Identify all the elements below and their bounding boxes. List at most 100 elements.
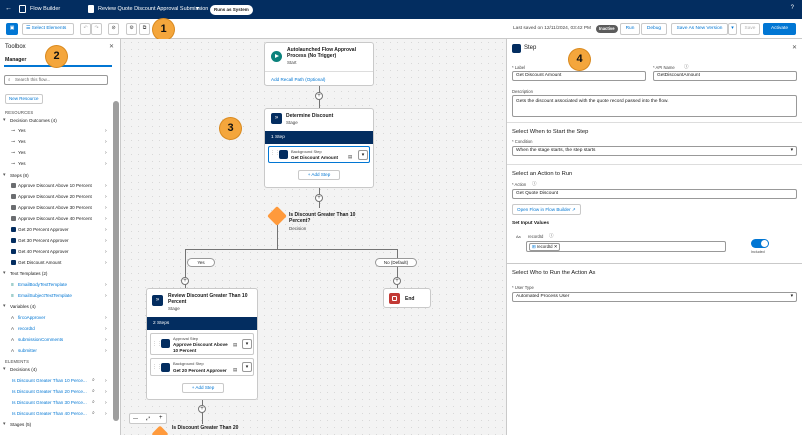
chevron-right-icon[interactable]: › — [105, 400, 107, 406]
chevron-right-icon[interactable]: › — [105, 128, 107, 134]
chevron-right-icon[interactable]: › — [105, 282, 107, 288]
stage-review-discount[interactable]: » Review Discount Greater Than 10 Percen… — [146, 288, 258, 400]
flow-canvas[interactable]: Autolaunched Flow Approval Process (No T… — [121, 39, 506, 435]
close-icon[interactable]: ✕ — [109, 43, 114, 50]
step-card[interactable]: ⋮⋮ Approval Step Approve Discount Above … — [150, 333, 254, 355]
include-toggle[interactable] — [751, 239, 769, 248]
action-field[interactable]: Get Quote Discount — [512, 189, 797, 199]
add-recall-path-link[interactable]: Add Recall Path (Optional) — [271, 77, 325, 82]
search-icon[interactable]: ⌕ — [92, 410, 95, 416]
search-icon[interactable]: ⌕ — [92, 399, 95, 405]
chevron-right-icon[interactable]: › — [105, 378, 107, 384]
chevron-right-icon[interactable]: › — [105, 326, 107, 332]
chevron-right-icon[interactable]: › — [105, 315, 107, 321]
branch-default[interactable]: No (Default) — [375, 258, 417, 267]
list-item[interactable]: Is Discount Greater Than 10 Perce... — [12, 378, 87, 383]
end-node[interactable]: End — [383, 288, 431, 308]
decision-icon[interactable] — [267, 206, 287, 226]
chevron-right-icon[interactable]: › — [105, 260, 107, 266]
back-icon[interactable]: ← — [5, 5, 12, 12]
chevron-right-icon[interactable]: › — [105, 293, 107, 299]
group-text-templates[interactable]: Text Templates (2) — [10, 271, 47, 276]
step-card[interactable]: ⋮⋮ Background Step Get 20 Percent Approv… — [150, 358, 254, 376]
list-item[interactable]: Get 20 Percent Approver — [18, 227, 69, 232]
list-item[interactable]: EmailBodyTextTemplate — [18, 282, 67, 287]
list-item[interactable]: submissionComments — [18, 337, 63, 342]
record-id-field[interactable]: ⊞ recordId ✕ — [526, 241, 726, 252]
new-resource-button[interactable]: New Resource — [5, 94, 43, 104]
branch-yes[interactable]: Yes — [187, 258, 215, 267]
list-item[interactable]: Approve Discount Above 30 Percent — [18, 205, 92, 210]
flow-title[interactable]: Review Quote Discount Approval Submissio… — [98, 6, 220, 12]
add-step-button[interactable]: + Add Step — [182, 383, 224, 393]
chevron-right-icon[interactable]: › — [105, 216, 107, 222]
list-item[interactable]: Is Discount Greater Than 20 Perce... — [12, 389, 87, 394]
info-icon[interactable]: ⓘ — [684, 64, 689, 70]
list-item[interactable]: EmailSubjectTextTemplate — [18, 293, 72, 298]
save-menu-button[interactable]: ▾ — [728, 23, 737, 35]
list-item[interactable]: Yes — [18, 150, 26, 155]
label-field[interactable]: Get Discount Amount — [512, 71, 646, 81]
add-element-button[interactable]: + — [315, 194, 323, 202]
add-element-button[interactable]: + — [315, 92, 323, 100]
add-element-button[interactable]: + — [198, 405, 206, 413]
save-as-new-version-button[interactable]: Save As New Version — [671, 23, 728, 35]
chevron-down-icon[interactable]: ▾ — [3, 172, 6, 178]
chevron-down-icon[interactable]: ▾ — [3, 303, 6, 309]
chevron-right-icon[interactable]: › — [105, 205, 107, 211]
chevron-down-icon[interactable]: ▾ — [196, 5, 199, 12]
chevron-right-icon[interactable]: › — [105, 411, 107, 417]
help-icon[interactable]: ? — [791, 5, 794, 11]
chevron-down-icon[interactable]: ▾ — [3, 117, 6, 123]
group-steps[interactable]: Steps (8) — [10, 173, 29, 178]
run-button[interactable]: Run — [620, 23, 640, 35]
list-item[interactable]: Get Discount Amount — [18, 260, 61, 265]
list-item[interactable]: Approve Discount Above 20 Percent — [18, 194, 92, 199]
chevron-right-icon[interactable]: › — [105, 348, 107, 354]
group-stages[interactable]: Stages (5) — [10, 422, 31, 427]
record-id-token[interactable]: ⊞ recordId ✕ — [529, 243, 561, 251]
open-flow-button[interactable]: Open Flow in Flow Builder ↗ — [512, 204, 581, 215]
condition-select[interactable]: When the stage starts, the step starts ▾ — [512, 146, 797, 156]
chevron-right-icon[interactable]: › — [105, 139, 107, 145]
list-item[interactable]: submitter — [18, 348, 37, 353]
group-decision-outcomes[interactable]: Decision Outcomes (4) — [10, 118, 57, 123]
settings-button[interactable]: ⚙ — [126, 23, 137, 35]
api-name-field[interactable]: GetDiscountAmount — [653, 71, 797, 81]
remove-icon[interactable]: ✕ — [553, 244, 558, 249]
chevron-down-icon[interactable]: ▾ — [3, 421, 6, 427]
chevron-right-icon[interactable]: › — [105, 227, 107, 233]
debug-button[interactable]: Debug — [641, 23, 667, 35]
step-menu-button[interactable]: ▾ — [242, 339, 252, 349]
search-icon[interactable]: ⌕ — [92, 377, 95, 383]
user-type-select[interactable]: Automated Process User ▾ — [512, 292, 797, 302]
add-element-button[interactable]: + — [181, 277, 189, 285]
close-icon[interactable]: ✕ — [792, 44, 797, 51]
step-menu-button[interactable]: ▾ — [358, 150, 368, 160]
list-item[interactable]: Get 40 Percent Approver — [18, 249, 69, 254]
list-item[interactable]: Approve Discount Above 40 Percent — [18, 216, 92, 221]
chevron-right-icon[interactable]: › — [105, 183, 107, 189]
add-step-button[interactable]: + Add Step — [298, 170, 340, 180]
fit-view-button[interactable]: ⤢ — [146, 416, 150, 422]
list-item[interactable]: Yes — [18, 139, 26, 144]
list-item[interactable]: Is Discount Greater Than 30 Perce... — [12, 400, 87, 405]
chevron-right-icon[interactable]: › — [105, 161, 107, 167]
error-check-button[interactable]: ⊘ — [108, 23, 119, 35]
search-icon[interactable]: ⌕ — [92, 388, 95, 394]
activate-button[interactable]: Activate — [763, 23, 796, 35]
toggle-toolbox-button[interactable]: ▣ — [6, 23, 18, 35]
chevron-down-icon[interactable]: ▾ — [3, 270, 6, 276]
tab-manager[interactable]: Manager — [5, 57, 26, 63]
group-variables[interactable]: Variables (4) — [10, 304, 36, 309]
save-button[interactable]: Save — [740, 23, 760, 35]
undo-button[interactable]: ↶ — [80, 23, 91, 35]
step-card[interactable]: ⋮⋮ Background Step Get Discount Amount ▤… — [268, 146, 370, 163]
group-decisions[interactable]: Decisions (4) — [10, 367, 37, 372]
info-icon[interactable]: ⓘ — [532, 181, 537, 187]
list-item[interactable]: Approve Discount Above 10 Percent — [18, 183, 92, 188]
list-item[interactable]: Yes — [18, 128, 26, 133]
step-menu-button[interactable]: ▾ — [242, 362, 252, 372]
list-item[interactable]: Get 30 Percent Approver — [18, 238, 69, 243]
decision-icon[interactable] — [151, 425, 169, 435]
